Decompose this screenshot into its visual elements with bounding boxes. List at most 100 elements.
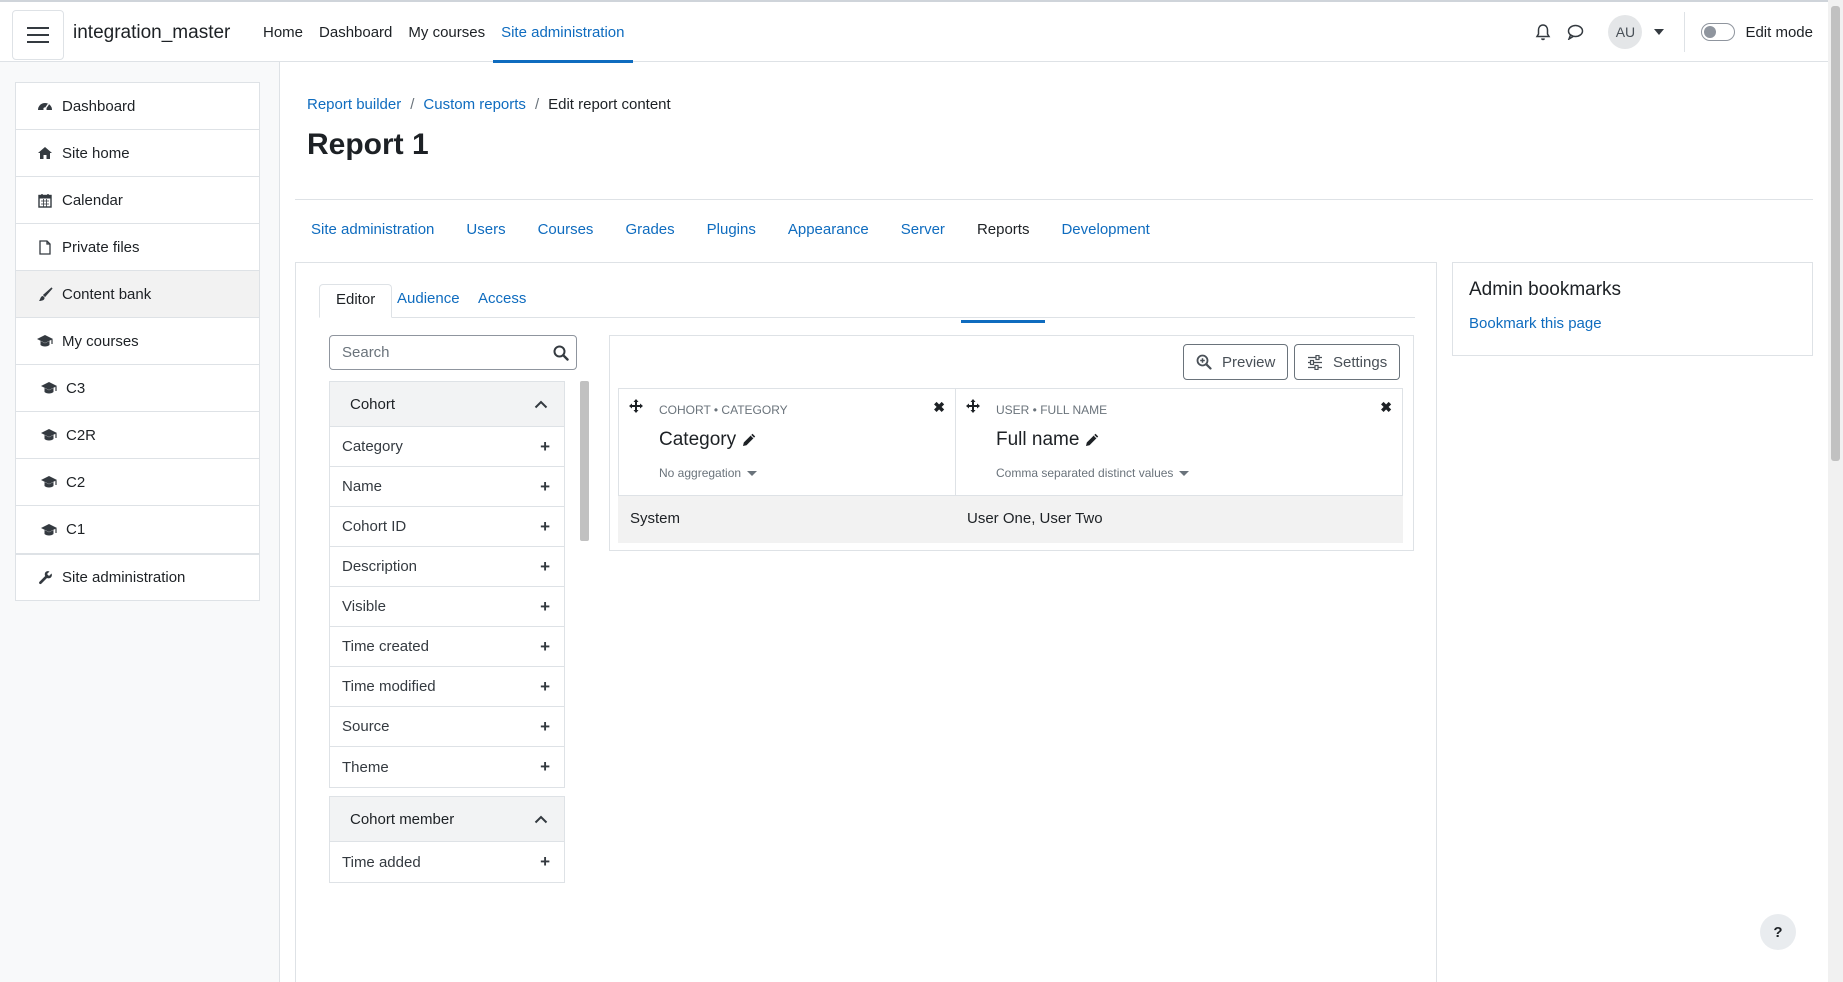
drawer-item-course-c2[interactable]: C2 bbox=[16, 459, 259, 506]
field-label: Time modified bbox=[342, 678, 436, 695]
field-label: Time added bbox=[342, 853, 421, 871]
graduation-cap-icon bbox=[40, 380, 58, 396]
aggregation-select[interactable]: Comma separated distinct values bbox=[996, 466, 1190, 480]
plus-icon: + bbox=[540, 757, 550, 776]
drawer-item-site-administration[interactable]: Site administration bbox=[15, 554, 260, 601]
field-item[interactable]: Time modified + bbox=[330, 667, 564, 707]
search-icon[interactable] bbox=[550, 342, 572, 364]
drawer-item-dashboard[interactable]: Dashboard bbox=[16, 83, 259, 130]
tab-grades[interactable]: Grades bbox=[609, 200, 690, 262]
drawer-item-calendar[interactable]: Calendar bbox=[16, 177, 259, 224]
column-title: Category bbox=[659, 429, 756, 451]
move-icon[interactable] bbox=[629, 399, 643, 417]
source-card-cohort: Cohort Category + Name + Cohort ID + Descri… bbox=[329, 381, 565, 788]
sliders-icon bbox=[1307, 354, 1323, 370]
drawer-item-course-c3[interactable]: C3 bbox=[16, 365, 259, 412]
breadcrumb-custom-reports[interactable]: Custom reports bbox=[423, 96, 526, 113]
field-item[interactable]: Visible + bbox=[330, 587, 564, 627]
source-title: Cohort bbox=[350, 395, 396, 413]
wrench-icon bbox=[36, 570, 54, 586]
drawer-item-label: Content bank bbox=[62, 285, 152, 303]
bookmark-this-page-link[interactable]: Bookmark this page bbox=[1469, 315, 1796, 332]
drawer-item-label: My courses bbox=[62, 332, 139, 350]
tab-users[interactable]: Users bbox=[450, 200, 521, 262]
table-cell: System bbox=[630, 510, 681, 527]
aggregation-value: Comma separated distinct values bbox=[996, 466, 1174, 480]
plus-icon: + bbox=[540, 596, 550, 616]
drawer-item-site-home[interactable]: Site home bbox=[16, 130, 259, 177]
source-card-header[interactable]: Cohort bbox=[330, 382, 564, 427]
zoom-in-icon bbox=[1196, 354, 1212, 370]
tab-plugins[interactable]: Plugins bbox=[691, 200, 772, 262]
field-item[interactable]: Source + bbox=[330, 707, 564, 747]
sources-scrollbar[interactable] bbox=[580, 381, 589, 541]
plus-icon: + bbox=[540, 476, 550, 496]
drawer-item-content-bank[interactable]: Content bank bbox=[16, 271, 259, 318]
drawer-item-private-files[interactable]: Private files bbox=[16, 224, 259, 271]
menu-toggle-button[interactable] bbox=[12, 10, 64, 60]
column-source: COHORT • CATEGORY bbox=[659, 403, 788, 417]
site-name[interactable]: integration_master bbox=[73, 22, 230, 44]
breadcrumb-separator: / bbox=[410, 96, 415, 113]
dashboard-icon bbox=[36, 98, 54, 114]
column-title-text: Full name bbox=[996, 429, 1080, 450]
source-card-cohort-member: Cohort member Time added + bbox=[329, 796, 565, 883]
aggregation-select[interactable]: No aggregation bbox=[659, 466, 758, 480]
field-label: Description bbox=[342, 558, 418, 575]
edit-mode-toggle[interactable] bbox=[1701, 23, 1736, 41]
tab-site-administration[interactable]: Site administration bbox=[295, 200, 450, 262]
tab-courses[interactable]: Courses bbox=[522, 200, 610, 262]
preview-button[interactable]: Preview bbox=[1183, 344, 1289, 380]
nav-dashboard[interactable]: Dashboard bbox=[311, 2, 400, 62]
drawer-item-course-c1[interactable]: C1 bbox=[16, 506, 259, 553]
drawer-item-label: C2 bbox=[66, 473, 86, 491]
move-icon[interactable] bbox=[966, 399, 980, 417]
field-item[interactable]: Description + bbox=[330, 547, 564, 587]
drawer-item-course-c2r[interactable]: C2R bbox=[16, 412, 259, 459]
source-card-header[interactable]: Cohort member bbox=[330, 797, 564, 842]
breadcrumb-current: Edit report content bbox=[548, 96, 671, 113]
field-item[interactable]: Time added + bbox=[330, 842, 564, 882]
home-icon bbox=[36, 145, 54, 161]
admin-bookmarks-block: Admin bookmarks Bookmark this page bbox=[1452, 262, 1813, 356]
tab-development[interactable]: Development bbox=[1045, 200, 1165, 262]
field-item[interactable]: Time created + bbox=[330, 627, 564, 667]
user-avatar[interactable]: AU bbox=[1608, 15, 1643, 49]
nav-home[interactable]: Home bbox=[255, 2, 311, 62]
field-label: Name bbox=[342, 478, 383, 495]
plus-icon: + bbox=[540, 852, 550, 871]
graduation-cap-icon bbox=[40, 522, 58, 538]
help-button[interactable]: ? bbox=[1760, 914, 1796, 950]
messages-chat-icon[interactable] bbox=[1560, 17, 1590, 47]
remove-column-icon[interactable]: ✖ bbox=[1380, 399, 1392, 416]
tab-server[interactable]: Server bbox=[885, 200, 961, 262]
preview-label: Preview bbox=[1222, 353, 1276, 371]
nav-site-administration[interactable]: Site administration bbox=[493, 2, 633, 63]
settings-button[interactable]: Settings bbox=[1294, 344, 1401, 380]
breadcrumb-report-builder[interactable]: Report builder bbox=[307, 96, 401, 113]
drawer-item-label: Site administration bbox=[62, 569, 186, 586]
tab-appearance[interactable]: Appearance bbox=[772, 200, 885, 262]
field-label: Theme bbox=[342, 758, 389, 776]
user-menu-caret-icon[interactable] bbox=[1654, 29, 1665, 35]
graduation-cap-icon bbox=[40, 474, 58, 490]
plus-icon: + bbox=[540, 676, 550, 696]
remove-column-icon[interactable]: ✖ bbox=[933, 399, 945, 416]
tab-reports[interactable]: Reports bbox=[960, 200, 1046, 323]
field-label: Visible bbox=[342, 598, 386, 615]
field-item[interactable]: Name + bbox=[330, 467, 564, 507]
drawer-item-label: C3 bbox=[66, 379, 86, 397]
field-item[interactable]: Theme + bbox=[330, 747, 564, 787]
nav-my-courses[interactable]: My courses bbox=[400, 2, 493, 62]
field-item[interactable]: Category + bbox=[330, 427, 564, 467]
column-header-full-name: ✖ USER • FULL NAME Full name Comma separ… bbox=[955, 388, 1403, 496]
tab-access[interactable]: Access bbox=[462, 284, 542, 318]
drawer-item-my-courses[interactable]: My courses bbox=[16, 318, 259, 365]
pencil-icon[interactable] bbox=[1085, 433, 1099, 447]
page-scrollbar[interactable] bbox=[1828, 0, 1843, 982]
notifications-bell-icon[interactable] bbox=[1528, 17, 1558, 47]
pencil-icon[interactable] bbox=[742, 433, 756, 447]
field-item[interactable]: Cohort ID + bbox=[330, 507, 564, 547]
caret-down-icon bbox=[1179, 470, 1190, 476]
search-input[interactable] bbox=[330, 336, 540, 369]
